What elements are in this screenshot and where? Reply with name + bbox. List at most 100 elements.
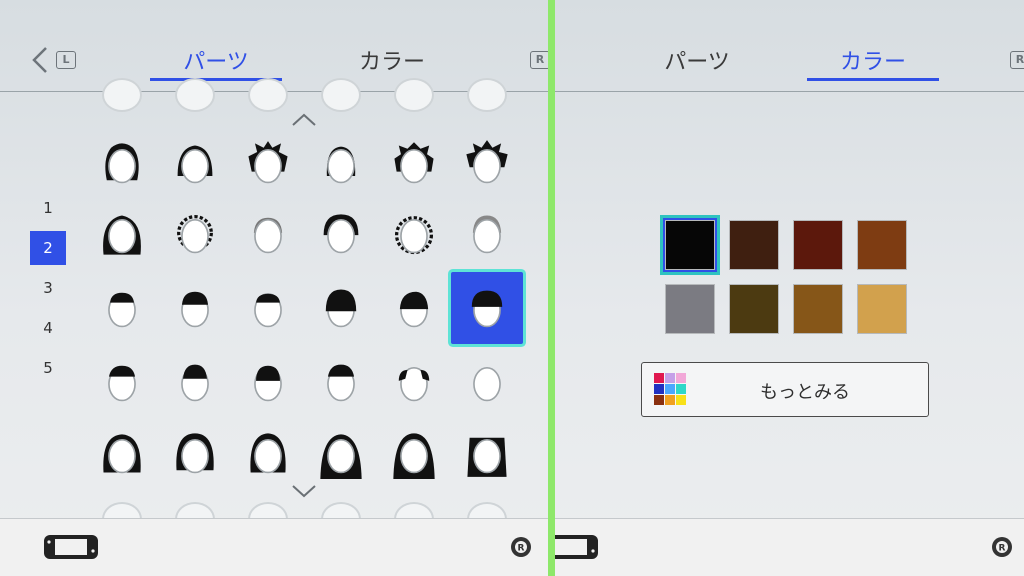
svg-text:R: R — [518, 544, 525, 554]
header-divider — [555, 91, 1024, 92]
svg-text:R: R — [999, 544, 1006, 554]
hairstyle-icon — [108, 292, 136, 328]
more-colors-button[interactable]: もっとみる — [641, 362, 929, 417]
hairstyle-option[interactable] — [232, 346, 304, 418]
console-icon — [44, 535, 98, 559]
hair-color-panel: パーツ カラー R もっとみる R — [555, 0, 1024, 576]
hairstyle-option[interactable] — [86, 128, 158, 200]
hairstyle-icon — [467, 437, 507, 477]
tab-parts[interactable]: パーツ — [150, 44, 282, 76]
hairstyle-icon — [176, 433, 214, 474]
hairstyle-option[interactable] — [86, 272, 158, 344]
hairstyle-option[interactable] — [451, 346, 523, 418]
hairstyle-option-partial — [177, 80, 213, 110]
hairstyle-option[interactable] — [232, 128, 304, 200]
hairstyle-option[interactable] — [378, 418, 450, 490]
color-swatch[interactable] — [793, 284, 843, 334]
hairstyle-icon — [327, 364, 355, 402]
tab-color[interactable]: カラー — [807, 44, 939, 76]
scroll-down-icon[interactable] — [291, 484, 317, 498]
hairstyle-option[interactable] — [378, 198, 450, 270]
hairstyle-option-partial — [104, 80, 140, 110]
hairstyle-icon — [399, 291, 429, 328]
hairstyle-option-partial — [396, 80, 432, 110]
hairstyle-icon — [250, 433, 286, 474]
right-stick-icon: R — [511, 537, 531, 557]
color-swatch[interactable] — [857, 284, 907, 334]
active-tab-underline — [807, 78, 939, 81]
r-button-icon: R — [530, 51, 548, 69]
page-3[interactable]: 3 — [30, 271, 66, 305]
r-button-icon: R — [1010, 51, 1024, 69]
hairstyle-icon — [108, 365, 136, 402]
hairstyle-option[interactable] — [305, 198, 377, 270]
color-swatch[interactable] — [729, 220, 779, 270]
hairstyle-icon — [253, 217, 283, 254]
hairstyle-option[interactable] — [451, 272, 523, 344]
hairstyle-icon — [473, 367, 501, 402]
color-swatch[interactable] — [729, 284, 779, 334]
hairstyle-icon — [320, 434, 362, 479]
color-swatch[interactable] — [793, 220, 843, 270]
hairstyle-option[interactable] — [159, 272, 231, 344]
hairstyle-icon — [471, 290, 503, 328]
hairstyle-icon — [323, 214, 359, 254]
tab-header: L パーツ カラー R — [0, 0, 548, 92]
hairstyle-icon — [393, 433, 435, 479]
hairstyle-option-partial — [469, 80, 505, 110]
split-divider — [548, 0, 555, 576]
console-icon — [555, 535, 598, 559]
color-swatch[interactable] — [665, 220, 715, 270]
hairstyle-option[interactable] — [86, 418, 158, 490]
hairstyle-icon — [177, 214, 213, 254]
hairstyle-icon — [181, 364, 209, 402]
previous-row-hint — [86, 80, 526, 116]
page-5[interactable]: 5 — [30, 351, 66, 385]
hairstyle-option[interactable] — [159, 198, 231, 270]
hairstyle-option[interactable] — [159, 418, 231, 490]
hairstyle-option[interactable] — [378, 128, 450, 200]
hairstyle-grid — [86, 128, 526, 508]
hairstyle-option[interactable] — [378, 272, 450, 344]
tab-parts[interactable]: パーツ — [631, 44, 763, 76]
hairstyle-icon — [394, 216, 434, 255]
hairstyle-option-partial — [323, 80, 359, 110]
l-button-icon: L — [56, 51, 76, 69]
hairstyle-icon — [181, 291, 209, 328]
hairstyle-option[interactable] — [451, 418, 523, 490]
hairstyle-option[interactable] — [305, 346, 377, 418]
tab-color[interactable]: カラー — [326, 44, 458, 76]
hairstyle-option[interactable] — [451, 128, 523, 200]
hairstyle-icon — [326, 146, 356, 184]
hairstyle-option[interactable] — [451, 198, 523, 270]
hairstyle-icon — [105, 143, 139, 184]
hairstyle-icon — [103, 215, 141, 255]
back-chevron-icon[interactable] — [30, 45, 50, 75]
hairstyle-icon — [472, 215, 502, 254]
page-2[interactable]: 2 — [30, 231, 66, 265]
color-swatch[interactable] — [857, 220, 907, 270]
hairstyle-option[interactable] — [232, 418, 304, 490]
hairstyle-option[interactable] — [159, 128, 231, 200]
hairstyle-icon — [254, 365, 282, 402]
hairstyle-icon — [103, 434, 141, 474]
hairstyle-option[interactable] — [159, 346, 231, 418]
scroll-up-icon[interactable] — [291, 113, 317, 127]
hairstyle-option[interactable] — [232, 198, 304, 270]
color-swatch[interactable] — [665, 284, 715, 334]
hairstyle-icon — [394, 142, 434, 184]
hairstyle-option[interactable] — [86, 346, 158, 418]
page-1[interactable]: 1 — [30, 191, 66, 225]
hairstyle-option[interactable] — [378, 346, 450, 418]
right-stick-icon: R — [992, 537, 1012, 557]
hairstyle-icon — [398, 367, 430, 402]
hairstyle-icon — [325, 289, 357, 328]
hairstyle-option[interactable] — [305, 418, 377, 490]
hairstyle-option[interactable] — [232, 272, 304, 344]
hairstyle-option[interactable] — [86, 198, 158, 270]
hairstyle-option[interactable] — [305, 272, 377, 344]
page-4[interactable]: 4 — [30, 311, 66, 345]
hairstyle-option[interactable] — [305, 128, 377, 200]
footer-bar — [555, 518, 1024, 576]
tab-header-right: パーツ カラー R — [555, 0, 1024, 92]
